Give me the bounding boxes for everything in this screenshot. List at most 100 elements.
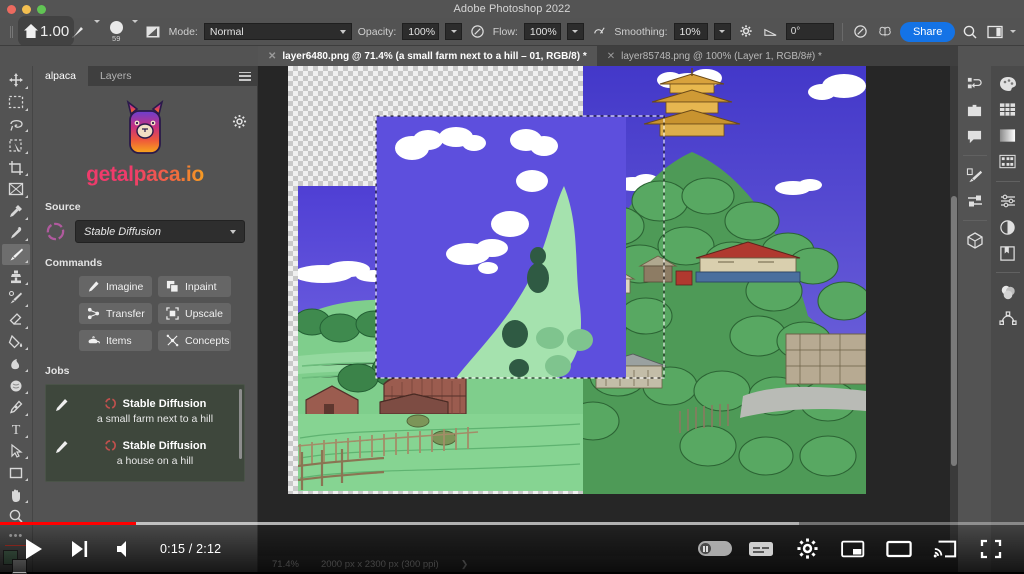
- channels-panel-icon[interactable]: [995, 280, 1021, 304]
- jobs-scrollbar[interactable]: [239, 389, 242, 459]
- canvas-vertical-scrollbar[interactable]: [950, 66, 958, 572]
- subtitles-cc-button[interactable]: [738, 525, 784, 572]
- smoothing-chevron[interactable]: [713, 23, 732, 40]
- pencil-icon[interactable]: [54, 397, 70, 413]
- brush-angle-icon[interactable]: [761, 22, 779, 42]
- flow-input[interactable]: 100%: [523, 23, 561, 40]
- volume-button[interactable]: [102, 525, 148, 572]
- 3d-panel-icon[interactable]: [962, 228, 988, 252]
- close-window-button[interactable]: [7, 5, 16, 14]
- swatches-panel-icon[interactable]: [995, 98, 1021, 122]
- next-video-button[interactable]: [56, 525, 102, 572]
- transfer-button[interactable]: Transfer: [79, 303, 152, 324]
- chevron-down-icon: [230, 229, 236, 234]
- concepts-button[interactable]: Concepts: [158, 330, 231, 351]
- pen-tool[interactable]: [2, 397, 30, 418]
- close-icon[interactable]: ✕: [268, 51, 276, 62]
- job-item[interactable]: Stable Diffusion a house on a hill: [46, 433, 244, 475]
- artwork-canvas[interactable]: [288, 66, 866, 494]
- imagine-button[interactable]: Imagine: [79, 276, 152, 297]
- pencil-icon[interactable]: [54, 439, 70, 455]
- patterns-panel-icon[interactable]: [995, 150, 1021, 174]
- brush-size-indicator[interactable]: 59: [106, 20, 126, 43]
- document-tab-1-label: layer6480.png @ 71.4% (a small farm next…: [282, 50, 587, 62]
- maximize-window-button[interactable]: [37, 5, 46, 14]
- panel-menu-icon[interactable]: [239, 66, 251, 86]
- libraries-panel-icon[interactable]: [995, 241, 1021, 265]
- brush-settings-panel-icon[interactable]: [962, 163, 988, 187]
- workspace-layout-icon[interactable]: [986, 22, 1004, 42]
- comments-panel-icon[interactable]: [962, 124, 988, 148]
- autoplay-toggle[interactable]: [692, 525, 738, 572]
- lasso-tool[interactable]: [2, 114, 30, 135]
- type-tool[interactable]: T: [2, 419, 30, 440]
- rectangle-tool[interactable]: [2, 462, 30, 483]
- search-icon[interactable]: [961, 22, 979, 42]
- crop-tool[interactable]: [2, 157, 30, 178]
- gear-icon[interactable]: [232, 114, 247, 129]
- properties-panel-icon[interactable]: [995, 189, 1021, 213]
- object-selection-tool[interactable]: [2, 135, 30, 156]
- job-item[interactable]: Stable Diffusion a small farm next to a …: [46, 391, 244, 433]
- play-button[interactable]: [10, 525, 56, 572]
- opacity-input[interactable]: 100%: [402, 23, 439, 40]
- smoothing-input[interactable]: 10%: [673, 23, 708, 40]
- adjustments-panel-icon[interactable]: [962, 189, 988, 213]
- document-tab-1[interactable]: ✕ layer6480.png @ 71.4% (a small farm ne…: [258, 46, 597, 66]
- blur-tool[interactable]: [2, 375, 30, 396]
- settings-gear-button[interactable]: [784, 525, 830, 572]
- frame-tool[interactable]: [2, 179, 30, 200]
- pressure-opacity-icon[interactable]: [468, 22, 486, 42]
- smoothing-options-gear-icon[interactable]: [737, 22, 755, 42]
- path-selection-tool[interactable]: [2, 441, 30, 462]
- history-panel-icon[interactable]: [962, 72, 988, 96]
- miniplayer-button[interactable]: [830, 525, 876, 572]
- home-overlay-value: 1.00: [40, 22, 70, 40]
- options-bar-grip[interactable]: [8, 24, 15, 40]
- hand-tool[interactable]: [2, 484, 30, 505]
- brush-tool[interactable]: [2, 244, 30, 266]
- panel-tab-alpaca[interactable]: alpaca: [33, 66, 88, 86]
- airbrush-icon[interactable]: [590, 22, 608, 42]
- items-button[interactable]: Items: [79, 330, 152, 351]
- symmetry-butterfly-icon[interactable]: [876, 22, 894, 42]
- gradients-panel-icon[interactable]: [995, 124, 1021, 148]
- spot-healing-brush-tool[interactable]: [2, 223, 30, 244]
- gradient-tool[interactable]: [2, 332, 30, 353]
- brush-angle-input[interactable]: 0°: [785, 23, 835, 40]
- move-tool[interactable]: [2, 70, 30, 91]
- source-model-select[interactable]: Stable Diffusion: [75, 220, 245, 243]
- canvas-area[interactable]: 71.4% 2000 px x 2300 px (300 ppi) ❯: [258, 66, 958, 572]
- opacity-chevron[interactable]: [444, 23, 463, 40]
- document-tab-2[interactable]: ✕ layer85748.png @ 100% (Layer 1, RGB/8#…: [596, 46, 832, 66]
- panel-tab-layers[interactable]: Layers: [88, 66, 144, 86]
- clone-stamp-tool[interactable]: [2, 266, 30, 287]
- flow-chevron[interactable]: [566, 23, 585, 40]
- cast-button[interactable]: [922, 525, 968, 572]
- color-panel-icon[interactable]: [995, 72, 1021, 96]
- paths-panel-icon[interactable]: [995, 306, 1021, 330]
- loading-ring-icon: [45, 221, 66, 242]
- brush-settings-icon[interactable]: [144, 22, 162, 42]
- rectangular-marquee-tool[interactable]: [2, 92, 30, 113]
- inpaint-button[interactable]: Inpaint: [158, 276, 231, 297]
- canvas-scroll-thumb[interactable]: [951, 196, 957, 466]
- dodge-tool[interactable]: [2, 353, 30, 374]
- minimize-window-button[interactable]: [22, 5, 31, 14]
- history-brush-tool[interactable]: [2, 288, 30, 309]
- adjustment-layers-panel-icon[interactable]: [995, 215, 1021, 239]
- fullscreen-button[interactable]: [968, 525, 1014, 572]
- eraser-tool[interactable]: [2, 310, 30, 331]
- workspace-chevron-icon[interactable]: [1010, 30, 1017, 33]
- upscale-button[interactable]: Upscale: [158, 303, 231, 324]
- brush-size-chevron[interactable]: [132, 19, 139, 41]
- share-button[interactable]: Share: [899, 21, 956, 42]
- pressure-size-icon[interactable]: [851, 22, 869, 42]
- theater-mode-button[interactable]: [876, 525, 922, 572]
- actions-panel-icon[interactable]: [962, 98, 988, 122]
- close-icon[interactable]: ✕: [607, 51, 615, 62]
- eyedropper-tool[interactable]: [2, 201, 30, 222]
- brush-preset-chevron[interactable]: [94, 19, 101, 41]
- blend-mode-select[interactable]: Normal: [203, 23, 352, 40]
- artboard[interactable]: [288, 66, 866, 494]
